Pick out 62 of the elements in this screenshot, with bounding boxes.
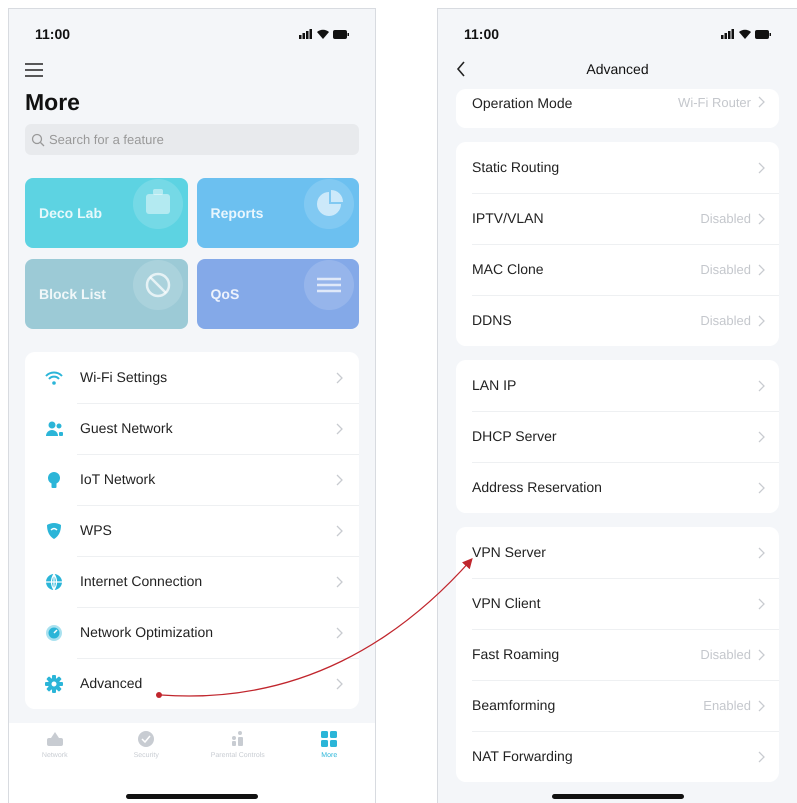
chevron-icon: [335, 524, 343, 536]
signal-icon: [299, 29, 313, 39]
battery-icon: [333, 30, 349, 38]
menu-item[interactable]: WPS: [25, 505, 359, 556]
battery-icon: [755, 30, 771, 38]
settings-row[interactable]: VPN Client: [456, 578, 779, 629]
wifi-icon: [317, 29, 329, 39]
chevron-icon: [757, 598, 765, 610]
settings-row[interactable]: DHCP Server: [456, 411, 779, 462]
settings-row[interactable]: Beamforming Enabled: [456, 680, 779, 731]
menu-item[interactable]: IoT Network: [25, 454, 359, 505]
settings-icon: [44, 674, 64, 694]
menu-icon: [25, 63, 43, 77]
chevron-icon: [335, 678, 343, 690]
menu-item[interactable]: Network Optimization: [25, 607, 359, 658]
chevron-icon: [757, 546, 765, 558]
briefcase-icon: [132, 178, 184, 230]
signal-icon: [721, 29, 735, 39]
settings-row[interactable]: Operation Mode Wi-Fi Router: [456, 89, 779, 128]
chevron-icon: [757, 430, 765, 442]
status-time: 11:00: [464, 24, 500, 44]
chevron-icon: [335, 422, 343, 434]
chevron-icon: [757, 264, 765, 276]
search-field[interactable]: Search for a feature: [25, 124, 359, 155]
chevron-icon: [757, 96, 765, 108]
settings-row[interactable]: Address Reservation: [456, 462, 779, 513]
settings-row[interactable]: IPTV/VLAN Disabled: [456, 193, 779, 244]
wifi-icon: [739, 29, 751, 39]
globe-icon: [44, 572, 64, 592]
settings-row[interactable]: VPN Server: [456, 527, 779, 578]
chevron-icon: [757, 750, 765, 762]
chevron-icon: [757, 212, 765, 224]
settings-row[interactable]: NAT Forwarding: [456, 731, 779, 782]
screen-title: Advanced: [586, 60, 649, 78]
search-icon: [31, 133, 45, 147]
settings-row[interactable]: MAC Clone Disabled: [456, 244, 779, 295]
settings-row[interactable]: Static Routing: [456, 142, 779, 193]
chevron-icon: [335, 474, 343, 486]
sliders-icon: [303, 259, 355, 311]
menu-item[interactable]: Advanced: [25, 658, 359, 709]
pie-chart-icon: [303, 178, 355, 230]
chevron-icon: [335, 626, 343, 638]
chevron-icon: [757, 162, 765, 174]
settings-row[interactable]: Fast Roaming Disabled: [456, 629, 779, 680]
chevron-icon: [335, 372, 343, 384]
back-icon: [456, 61, 466, 77]
chevron-icon: [757, 482, 765, 494]
chevron-icon: [757, 700, 765, 712]
chevron-icon: [757, 314, 765, 326]
settings-row[interactable]: DDNS Disabled: [456, 295, 779, 346]
status-time: 11:00: [35, 24, 70, 44]
chevron-icon: [335, 576, 343, 588]
menu-item[interactable]: Guest Network: [25, 403, 359, 454]
people-icon: [44, 418, 64, 438]
prohibited-icon: [132, 259, 184, 311]
page-title: More: [24, 88, 81, 117]
menu-item[interactable]: Wi-Fi Settings: [25, 352, 359, 403]
gauge-icon: [44, 622, 64, 642]
chevron-icon: [757, 648, 765, 660]
settings-row[interactable]: LAN IP: [456, 360, 779, 411]
chevron-icon: [757, 380, 765, 392]
menu-item[interactable]: Internet Connection: [25, 556, 359, 607]
